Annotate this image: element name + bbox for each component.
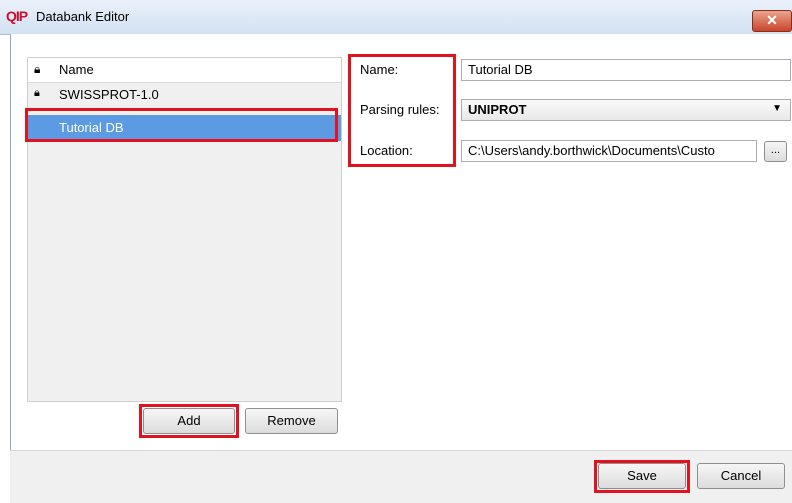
cancel-button[interactable]: Cancel: [697, 463, 785, 489]
remove-button[interactable]: Remove: [245, 408, 338, 434]
lock-icon: 🔒︎: [34, 62, 41, 76]
list-header: 🔒︎ Name: [28, 58, 341, 83]
app-logo: QIP: [6, 8, 28, 24]
list-item-label: SWISSPROT-1.0: [59, 87, 159, 102]
title-bar: QIP Databank Editor ✕: [0, 0, 792, 35]
selected-item-highlight: [25, 108, 338, 142]
parsing-rules-select[interactable]: UNIPROT ▼: [461, 99, 791, 121]
lock-icon: 🔒︎: [34, 87, 40, 99]
close-icon: ✕: [766, 12, 778, 28]
name-column-header[interactable]: Name: [59, 62, 94, 77]
name-input[interactable]: Tutorial DB: [461, 59, 791, 81]
add-button-highlight: [139, 404, 239, 438]
location-input[interactable]: C:\Users\andy.borthwick\Documents\Custo: [461, 140, 757, 162]
parsing-rules-value: UNIPROT: [468, 102, 527, 117]
browse-button[interactable]: ...: [764, 141, 787, 162]
window-title: Databank Editor: [36, 9, 130, 24]
save-button-highlight: [594, 460, 690, 493]
labels-highlight: [348, 54, 456, 167]
dropdown-arrow-icon: ▼: [772, 103, 782, 114]
close-button[interactable]: ✕: [752, 10, 792, 32]
list-item-swissprot[interactable]: 🔒︎ SWISSPROT-1.0: [28, 83, 341, 107]
